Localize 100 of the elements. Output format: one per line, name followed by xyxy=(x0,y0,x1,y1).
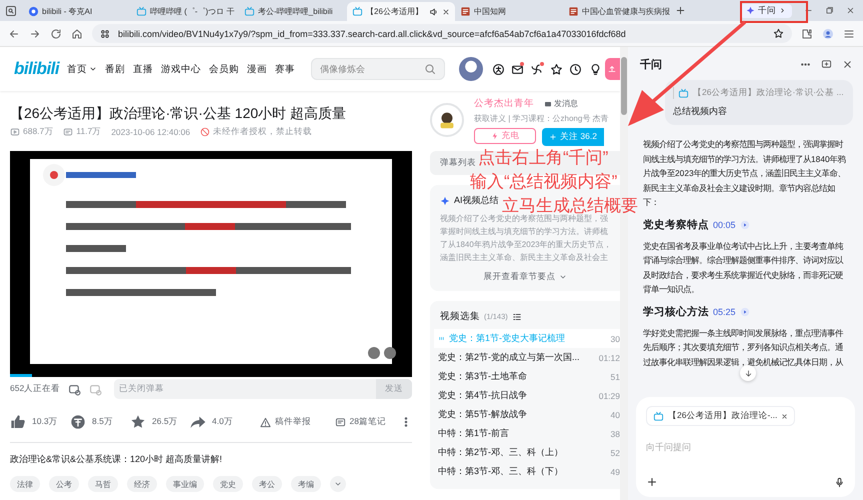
attachment-chip[interactable]: 【26公考适用】政治理论-... xyxy=(646,406,796,426)
episode-item[interactable]: 党史：第5节-解放战争 40 xyxy=(434,405,620,424)
user-avatar[interactable] xyxy=(458,57,483,81)
chevron-down-icon xyxy=(334,480,342,488)
message-link[interactable]: 发消息 xyxy=(544,98,578,109)
badge-icon[interactable] xyxy=(492,62,505,76)
share-arrow-icon[interactable] xyxy=(190,414,206,430)
timestamp-link[interactable]: 00:05 xyxy=(713,220,736,230)
new-tab-icon[interactable] xyxy=(675,5,686,16)
summary-line: 视频介绍了公考党史的考察范围与两种题型，强 xyxy=(440,214,609,225)
tag-chip[interactable]: 法律 xyxy=(10,476,40,492)
restore-icon[interactable] xyxy=(825,6,834,15)
viewer-count: 652人正在看 xyxy=(10,383,60,395)
close-icon[interactable] xyxy=(846,6,855,15)
star-icon[interactable] xyxy=(773,28,784,39)
tag-chip[interactable]: 考编 xyxy=(291,476,321,492)
plus-icon[interactable] xyxy=(646,476,658,488)
site-info-icon[interactable] xyxy=(100,28,110,38)
nav-link[interactable]: 赛事 xyxy=(275,62,296,76)
play-icon[interactable] xyxy=(740,220,750,230)
episode-item[interactable]: 中特：第2节-邓、三、科（上） 52 xyxy=(434,443,620,462)
tv-icon xyxy=(136,6,147,17)
tag-chip[interactable]: 考公 xyxy=(252,476,282,492)
play-icon[interactable] xyxy=(740,306,750,316)
arrow-down-icon xyxy=(744,368,752,378)
danmaku-count-icon xyxy=(63,127,74,137)
expand-link[interactable]: 展开查看章节要点 xyxy=(484,271,556,283)
extensions-icon[interactable] xyxy=(801,28,813,40)
tag-chip[interactable]: 党史 xyxy=(213,476,243,492)
chevron-down-icon xyxy=(558,273,566,281)
sparkle-icon xyxy=(440,196,450,206)
browser-tab[interactable]: 哔哩哔哩 (゜-゜)つロ 干 xyxy=(131,2,239,21)
list-view-icon[interactable] xyxy=(512,312,522,322)
menu-icon[interactable] xyxy=(843,28,855,40)
back-icon[interactable] xyxy=(8,28,20,40)
microphone-icon[interactable] xyxy=(834,476,845,488)
thumbs-up-icon[interactable] xyxy=(10,414,26,430)
browser-tab[interactable]: bilibili - 夸克AI xyxy=(23,2,131,21)
uploader-avatar[interactable] xyxy=(430,103,464,137)
tag-chip[interactable]: 事业编 xyxy=(166,476,204,492)
nav-link[interactable]: 首页 xyxy=(67,62,98,76)
browser-tab[interactable]: 中国知网 xyxy=(455,2,563,21)
coin-icon[interactable] xyxy=(70,414,86,430)
nav-link[interactable]: 直播 xyxy=(133,62,154,76)
close-icon[interactable] xyxy=(781,412,788,420)
browser-tab[interactable]: 考公-哔哩哔哩_bilibili xyxy=(239,2,347,21)
tag-chip[interactable]: 经济 xyxy=(127,476,157,492)
profile-icon[interactable] xyxy=(822,28,834,40)
search-icon xyxy=(424,63,436,75)
qianwen-button[interactable]: 千问 xyxy=(740,4,792,18)
nav-link[interactable]: 会员购 xyxy=(209,62,240,76)
tv-icon xyxy=(352,6,363,17)
episode-item[interactable]: 党史：第3节-土地革命 51 xyxy=(434,367,620,386)
danmaku-list-title[interactable]: 弹幕列表 xyxy=(440,157,476,169)
nav-link[interactable]: 游戏中心 xyxy=(161,62,202,76)
star-icon[interactable] xyxy=(550,62,563,76)
bulb-icon[interactable] xyxy=(588,62,602,76)
upload-icon xyxy=(607,64,618,74)
clock-icon[interactable] xyxy=(569,62,582,76)
answer-heading: 党史考察特点 xyxy=(643,218,709,232)
publish-date: 2023-10-06 12:40:06 xyxy=(111,127,190,137)
scroll-down-button[interactable] xyxy=(740,365,756,381)
report-link[interactable]: 稿件举报 xyxy=(260,416,311,428)
video-reference: 【26公考适用】政治理论·常识·公基 ... xyxy=(693,87,844,99)
new-chat-icon[interactable] xyxy=(821,59,832,70)
action-count: 4.0万 xyxy=(212,416,233,428)
tab-search-icon[interactable] xyxy=(5,4,17,16)
close-icon[interactable] xyxy=(842,59,853,70)
address-bar[interactable]: bilibili.com/video/BV1Nu4y1x7y9/?spm_id_from=333.337.search-card.all.click&vd_source=afcf6a54ab7cf6a1a47033016fdcf68d xyxy=(92,24,792,43)
question-field[interactable]: 向千问提问 xyxy=(646,442,836,452)
speaker-icon[interactable] xyxy=(429,6,439,16)
tag-chip[interactable]: 马哲 xyxy=(88,476,118,492)
pinwheel-icon[interactable] xyxy=(530,62,544,76)
reload-icon[interactable] xyxy=(50,28,62,40)
episode-item[interactable]: 党史：第2节-党的成立与第一次国... 01:12 xyxy=(434,348,620,367)
timestamp-link[interactable]: 05:25 xyxy=(713,306,736,316)
prohibited-icon xyxy=(200,127,210,137)
browser-tab[interactable]: 中国心血管健康与疾病报 xyxy=(563,2,671,21)
episode-item[interactable]: 中特：第1节-前言 38 xyxy=(434,424,620,443)
answer-heading: 学习核心方法 xyxy=(643,304,709,318)
video-title: 【26公考适用】政治理论·常识·公基 120小时 超高质量 xyxy=(10,104,348,122)
home-icon[interactable] xyxy=(71,28,83,40)
close-icon[interactable] xyxy=(442,8,450,16)
sparkle-icon xyxy=(746,6,755,15)
star-icon[interactable] xyxy=(130,414,146,430)
episode-item[interactable]: 中特：第3节-邓、三、科（下） 49 xyxy=(434,462,620,481)
uploader-bio: 获取讲义 | 学习课程：公zhong号 杰青 xyxy=(474,113,610,124)
nav-link[interactable]: 漫画 xyxy=(247,62,268,76)
notes-link[interactable]: 28篇笔记 xyxy=(334,416,386,428)
summary-line: 了从1840年鸦片战争至2023年的重大历史节点， xyxy=(440,239,613,251)
danmaku-toggle-icon[interactable] xyxy=(68,382,82,396)
tag-chip[interactable]: 公考 xyxy=(49,476,79,492)
nav-link[interactable]: 番剧 xyxy=(105,62,126,76)
episode-item[interactable]: 党史：第4节-抗日战争 01:29 xyxy=(434,386,620,405)
summary-line: 掌握时间线主线与填充细节的学习方法。讲师梳 xyxy=(440,226,609,238)
forward-icon[interactable] xyxy=(29,28,41,40)
browser-tab[interactable]: 【26公考适用】 xyxy=(347,2,455,21)
warning-icon xyxy=(260,416,271,428)
summary-line: 涵盖旧民主主义革命、新民主主义革命及社会主 xyxy=(440,252,609,264)
tv-icon xyxy=(244,6,255,17)
